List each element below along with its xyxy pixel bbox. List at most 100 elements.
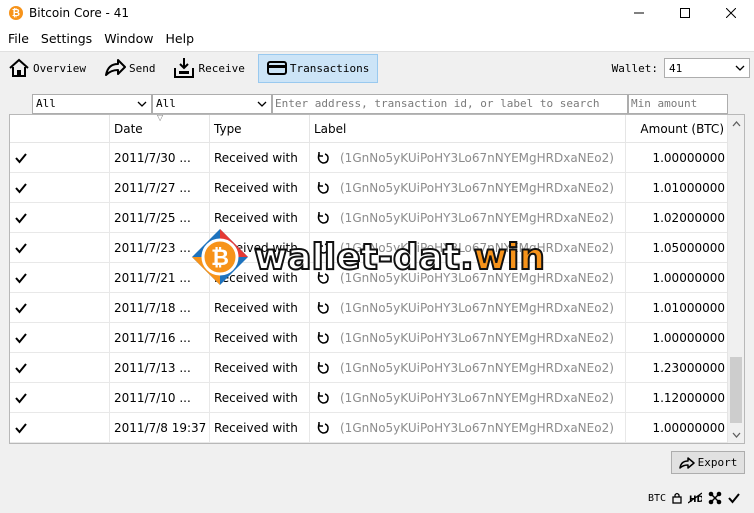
- table-row[interactable]: 2011/7/27 ... Received with (1GnNo5yKUiPoH…: [10, 173, 744, 203]
- label-cell: (1GnNo5yKUiPoHY3Lo67nNYEMgHRDxaNEo2): [310, 143, 626, 173]
- tab-send[interactable]: Send: [99, 54, 161, 83]
- tab-receive-label: Receive: [198, 61, 245, 75]
- header-status[interactable]: [10, 115, 110, 143]
- minimize-icon: [634, 12, 644, 14]
- table-scrollbar[interactable]: [727, 115, 744, 443]
- receive-arrow-icon: [317, 242, 329, 254]
- unit-label[interactable]: BTC: [648, 493, 666, 504]
- table-row[interactable]: 2011/7/18 ... Received with (1GnNo5yKUiPoH…: [10, 293, 744, 323]
- status-cell: [10, 173, 110, 203]
- toolbar: Overview Send Receive Transactions Walle…: [0, 51, 754, 84]
- maximize-button[interactable]: [662, 0, 708, 26]
- label-address: (1GnNo5yKUiPoHY3Lo67nNYEMgHRDxaNEo2): [340, 331, 614, 345]
- receive-arrow-icon: [317, 422, 329, 434]
- header-label[interactable]: Label: [310, 115, 626, 143]
- table-row[interactable]: 2011/7/30 ... Received with (1GnNo5yKUiPoH…: [10, 143, 744, 173]
- menu-settings[interactable]: Settings: [35, 26, 98, 51]
- table-row[interactable]: 2011/7/16 ... Received with (1GnNo5yKUiPoH…: [10, 323, 744, 353]
- type-filter-value: All: [156, 97, 176, 110]
- wallet-selector: Wallet: 41: [612, 58, 750, 78]
- chevron-down-icon: [257, 101, 267, 107]
- network-icon[interactable]: [708, 491, 722, 505]
- amount-cell: 1.02000000: [652, 211, 725, 225]
- receive-icon: [174, 58, 195, 78]
- status-cell: [10, 293, 110, 323]
- close-icon: [726, 8, 736, 18]
- app-window: ₿ Bitcoin Core - 41 File Settings Window…: [0, 0, 754, 513]
- status-cell: [10, 143, 110, 173]
- header-type[interactable]: Type: [210, 115, 310, 143]
- date-cell: 2011/7/18 ...: [110, 293, 210, 323]
- date-filter-dropdown[interactable]: All: [32, 94, 152, 114]
- label-address: (1GnNo5yKUiPoHY3Lo67nNYEMgHRDxaNEo2): [340, 241, 614, 255]
- header-date-label: Date: [114, 122, 143, 136]
- bitcoin-logo-icon: ₿: [9, 6, 23, 20]
- label-cell: (1GnNo5yKUiPoHY3Lo67nNYEMgHRDxaNEo2): [310, 383, 626, 413]
- date-cell: 2011/7/23 ...: [110, 233, 210, 263]
- label-address: (1GnNo5yKUiPoHY3Lo67nNYEMgHRDxaNEo2): [340, 211, 614, 225]
- scroll-down-button[interactable]: [728, 426, 744, 443]
- confirmed-check-icon: [15, 363, 27, 374]
- export-icon: [678, 456, 695, 469]
- date-cell: 2011/7/30 ...: [110, 143, 210, 173]
- sort-indicator-icon: ▽: [157, 114, 164, 122]
- table-row[interactable]: 2011/7/10 ... Received with (1GnNo5yKUiPoH…: [10, 383, 744, 413]
- label-address: (1GnNo5yKUiPoHY3Lo67nNYEMgHRDxaNEo2): [340, 361, 614, 375]
- table-row[interactable]: 2011/7/21 ... Received with (1GnNo5yKUiPoH…: [10, 263, 744, 293]
- tab-overview[interactable]: Overview: [3, 54, 91, 83]
- label-address: (1GnNo5yKUiPoHY3Lo67nNYEMgHRDxaNEo2): [340, 301, 614, 315]
- table-header: ▽ Date Type Label Amount (BTC): [10, 115, 744, 143]
- wallet-label: Wallet:: [611, 61, 658, 75]
- receive-arrow-icon: [317, 392, 329, 404]
- table-row[interactable]: 2011/7/13 ... Received with (1GnNo5yKUiPoH…: [10, 353, 744, 383]
- search-input[interactable]: Enter address, transaction id, or label …: [272, 94, 628, 114]
- tab-receive[interactable]: Receive: [168, 54, 249, 83]
- table-row[interactable]: 2011/7/23 ... Received with (1GnNo5yKUiPoH…: [10, 233, 744, 263]
- label-cell: (1GnNo5yKUiPoHY3Lo67nNYEMgHRDxaNEo2): [310, 203, 626, 233]
- header-amount[interactable]: Amount (BTC): [626, 115, 728, 143]
- table-body: 2011/7/30 ... Received with (1GnNo5yKUiPoH…: [10, 143, 744, 443]
- table-row[interactable]: 2011/7/8 19:37 Received with (1GnNo5yKUiPo…: [10, 413, 744, 443]
- date-cell: 2011/7/10 ...: [110, 383, 210, 413]
- amount-cell: 1.00000000: [652, 151, 725, 165]
- status-cell: [10, 323, 110, 353]
- tab-overview-label: Overview: [33, 61, 86, 75]
- min-amount-input[interactable]: Min amount: [628, 94, 728, 114]
- wallet-dropdown[interactable]: 41: [664, 58, 750, 78]
- menu-help[interactable]: Help: [160, 26, 201, 51]
- date-cell: 2011/7/16 ...: [110, 323, 210, 353]
- receive-arrow-icon: [317, 332, 329, 344]
- receive-arrow-icon: [317, 362, 329, 374]
- type-cell: Received with: [210, 353, 310, 383]
- confirmed-check-icon: [15, 303, 27, 314]
- confirmed-check-icon: [15, 153, 27, 164]
- type-cell: Received with: [210, 263, 310, 293]
- menu-window[interactable]: Window: [98, 26, 159, 51]
- type-cell: Received with: [210, 383, 310, 413]
- export-button[interactable]: Export: [671, 451, 745, 474]
- label-cell: (1GnNo5yKUiPoHY3Lo67nNYEMgHRDxaNEo2): [310, 263, 626, 293]
- scroll-thumb[interactable]: [730, 357, 742, 423]
- label-cell: (1GnNo5yKUiPoHY3Lo67nNYEMgHRDxaNEo2): [310, 413, 626, 443]
- menu-file[interactable]: File: [2, 26, 35, 51]
- sync-check-icon: [728, 493, 740, 504]
- date-filter-value: All: [36, 97, 56, 110]
- amount-cell: 1.23000000: [652, 361, 725, 375]
- amount-cell: 1.00000000: [652, 271, 725, 285]
- header-date[interactable]: ▽ Date: [110, 115, 210, 143]
- scroll-up-button[interactable]: [728, 115, 744, 132]
- amount-cell: 1.05000000: [652, 241, 725, 255]
- chevron-down-icon: [732, 432, 741, 438]
- tab-transactions[interactable]: Transactions: [257, 53, 379, 83]
- window-title: Bitcoin Core - 41: [29, 6, 129, 20]
- type-cell: Received with: [210, 143, 310, 173]
- close-button[interactable]: [708, 0, 754, 26]
- maximize-icon: [680, 8, 690, 18]
- table-row[interactable]: 2011/7/25 ... Received with (1GnNo5yKUiPoH…: [10, 203, 744, 233]
- type-filter-dropdown[interactable]: All: [152, 94, 272, 114]
- confirmed-check-icon: [15, 333, 27, 344]
- status-cell: [10, 383, 110, 413]
- title-bar: ₿ Bitcoin Core - 41: [0, 0, 754, 26]
- minimize-button[interactable]: [616, 0, 662, 26]
- chevron-down-icon: [735, 65, 745, 71]
